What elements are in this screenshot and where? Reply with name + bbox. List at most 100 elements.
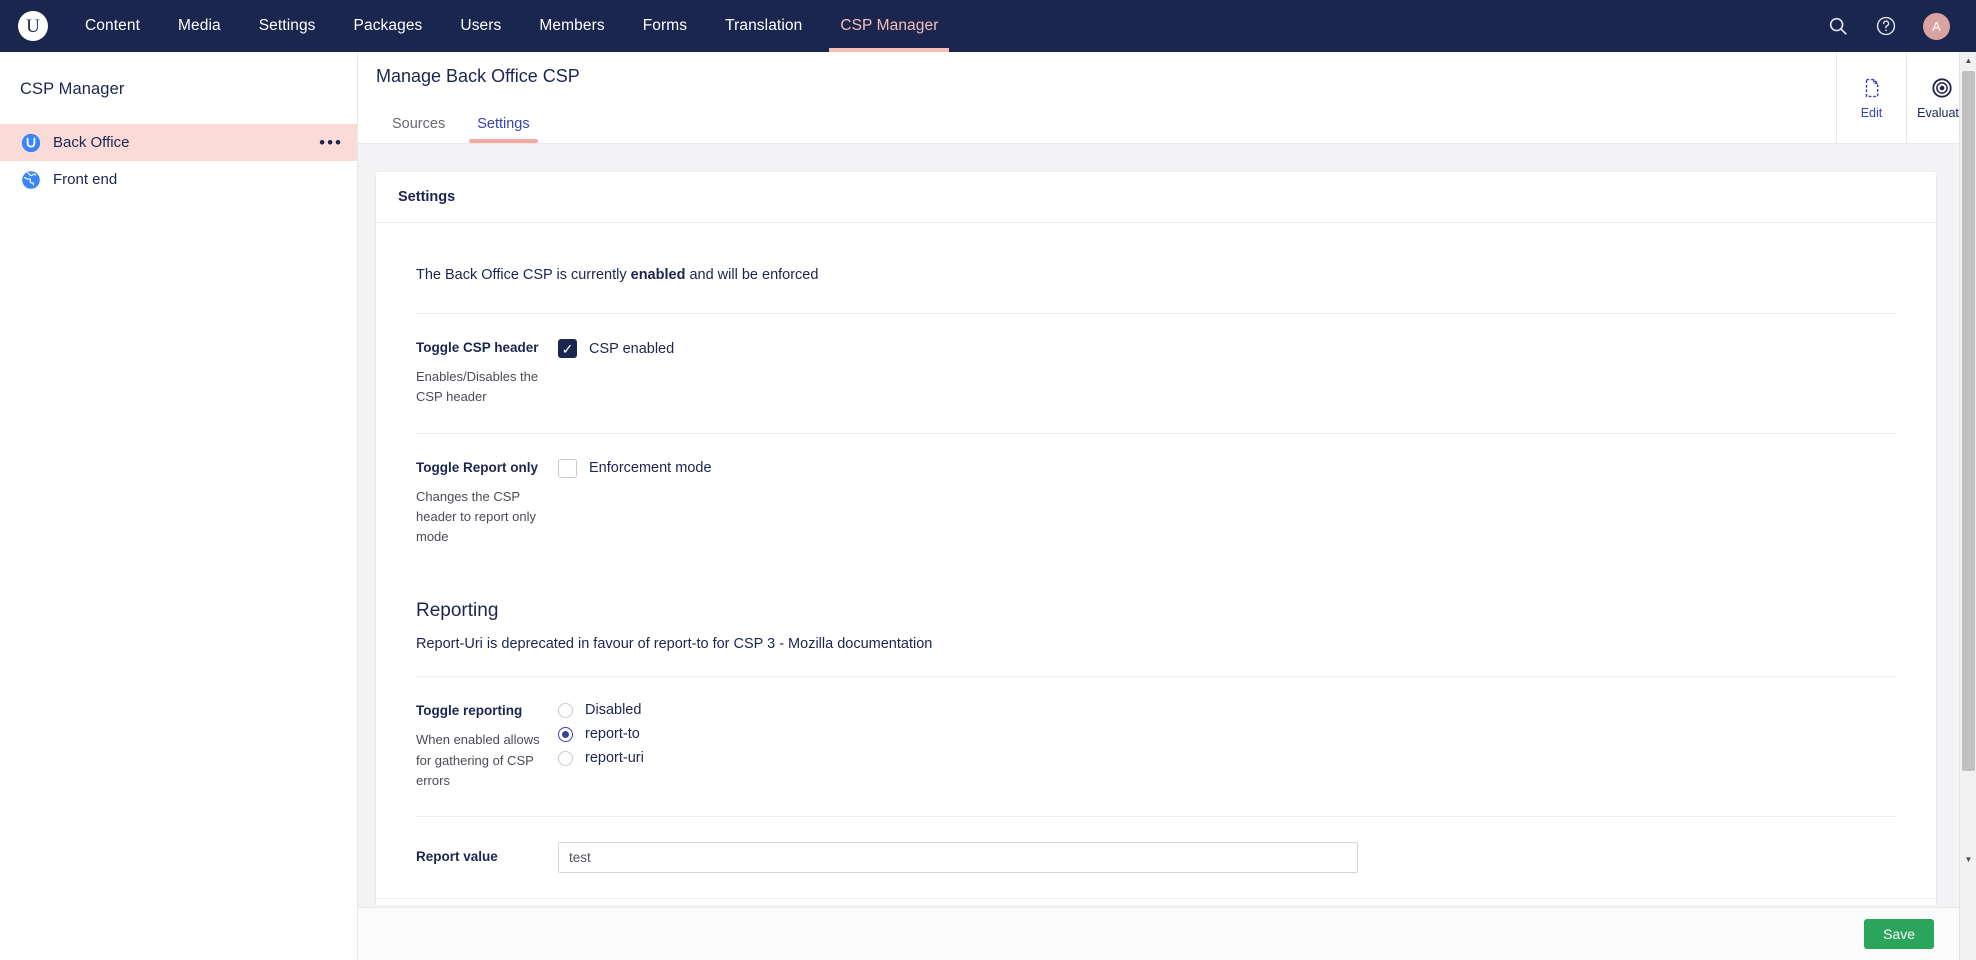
row-control: ✓ CSP enabled xyxy=(558,339,1896,358)
tab-settings[interactable]: Settings xyxy=(461,116,545,143)
csp-enabled-label: CSP enabled xyxy=(589,340,675,357)
csp-status-text: The Back Office CSP is currently enabled… xyxy=(416,223,1896,313)
status-emphasis: enabled xyxy=(630,267,686,283)
nav-item-settings[interactable]: Settings xyxy=(240,0,335,52)
row-description: When enabled allows for gathering of CSP… xyxy=(416,732,540,788)
nav-item-media[interactable]: Media xyxy=(159,0,240,52)
row-toggle-reporting: Toggle reporting When enabled allows for… xyxy=(416,676,1896,816)
main-content-area: Manage Back Office CSP Sources Settings … xyxy=(358,52,1976,960)
settings-card-heading: Settings xyxy=(376,172,1936,223)
enforcement-mode-checkbox-row[interactable]: Enforcement mode xyxy=(558,458,1896,478)
scroll-down-arrow-icon[interactable]: ▼ xyxy=(1960,851,1976,868)
nav-item-users[interactable]: Users xyxy=(441,0,520,52)
nav-item-translation[interactable]: Translation xyxy=(706,0,821,52)
edit-button[interactable]: Edit xyxy=(1836,52,1906,144)
nav-item-label: Media xyxy=(178,17,221,34)
csp-enabled-checkbox-row[interactable]: ✓ CSP enabled xyxy=(558,339,1896,358)
row-label-group: Toggle CSP header Enables/Disables the C… xyxy=(416,339,558,408)
row-label-group: Toggle Report only Changes the CSP heade… xyxy=(416,459,558,548)
row-control xyxy=(558,841,1896,873)
radio-label: report-to xyxy=(585,726,640,743)
nav-item-content[interactable]: Content xyxy=(66,0,159,52)
nav-item-label: Forms xyxy=(642,17,688,34)
nav-item-label: CSP Manager xyxy=(840,17,939,34)
row-name: Report value xyxy=(416,849,498,865)
sidebar-item-label: Back Office xyxy=(53,134,130,151)
nav-item-packages[interactable]: Packages xyxy=(335,0,442,52)
edit-button-label: Edit xyxy=(1860,105,1883,120)
umbraco-logo-icon: U xyxy=(18,11,48,41)
logo-letter: U xyxy=(26,15,40,37)
row-control: Disabled report-to report-uri xyxy=(558,702,1896,766)
sidebar-title: CSP Manager xyxy=(20,80,125,98)
top-nav-utilities: A xyxy=(1827,12,1976,40)
save-button[interactable]: Save xyxy=(1864,919,1934,949)
umbraco-logo-button[interactable]: U xyxy=(0,0,66,52)
nav-item-csp-manager[interactable]: CSP Manager xyxy=(821,0,957,52)
row-name: Toggle CSP header xyxy=(416,340,539,355)
tab-label: Settings xyxy=(477,116,530,132)
umbraco-logo-icon xyxy=(20,132,42,154)
content-tabs: Sources Settings xyxy=(358,101,1976,143)
tab-label: Sources xyxy=(392,116,446,132)
nav-item-forms[interactable]: Forms xyxy=(624,0,706,52)
document-dashed-icon xyxy=(1865,78,1878,97)
radio-disabled[interactable] xyxy=(558,702,573,718)
radio-label: report-uri xyxy=(585,750,644,767)
row-toggle-csp-header: Toggle CSP header Enables/Disables the C… xyxy=(416,313,1896,433)
enforcement-mode-label: Enforcement mode xyxy=(589,460,712,476)
sidebar-item-back-office[interactable]: Back Office ••• xyxy=(0,124,357,161)
report-value-input[interactable] xyxy=(558,841,1358,873)
settings-card: Settings The Back Office CSP is currentl… xyxy=(376,172,1936,905)
radio-option-report-to[interactable]: report-to xyxy=(558,726,1896,742)
row-description: Enables/Disables the CSP header xyxy=(416,369,539,405)
nav-item-label: Content xyxy=(85,17,140,34)
radio-report-to[interactable] xyxy=(558,726,573,742)
row-name: Toggle Report only xyxy=(416,459,538,475)
row-report-value: Report value xyxy=(416,815,1896,898)
page-footer: Save xyxy=(358,907,1976,960)
sidebar-item-front-end[interactable]: Front end xyxy=(0,161,357,198)
row-description: Changes the CSP header to report only mo… xyxy=(416,488,536,544)
settings-card-body: The Back Office CSP is currently enabled… xyxy=(376,223,1936,898)
target-icon xyxy=(1931,77,1952,98)
sidebar-item-label: Front end xyxy=(53,171,118,188)
radio-report-uri[interactable] xyxy=(558,750,573,766)
radio-selected-dot xyxy=(562,730,569,738)
tab-sources[interactable]: Sources xyxy=(376,116,461,143)
reporting-title: Reporting xyxy=(416,600,499,622)
status-prefix: The Back Office CSP is currently xyxy=(416,267,631,283)
top-navigation-bar: U Content Media Settings Packages Users … xyxy=(0,0,1976,52)
row-label-group: Report value xyxy=(416,848,558,866)
status-suffix: and will be enforced xyxy=(685,267,819,283)
enforcement-mode-checkbox[interactable] xyxy=(558,458,577,478)
sidebar-item-options-icon[interactable]: ••• xyxy=(319,134,343,151)
radio-label: Disabled xyxy=(585,702,642,719)
row-label-group: Toggle reporting When enabled allows for… xyxy=(416,702,558,791)
reporting-radio-group: Disabled report-to report-uri xyxy=(558,702,1896,766)
content-header-top: Manage Back Office CSP xyxy=(358,52,1976,101)
nav-item-members[interactable]: Members xyxy=(520,0,623,52)
avatar-initial: A xyxy=(1932,18,1941,34)
row-control: Enforcement mode xyxy=(558,458,1896,478)
content-header: Manage Back Office CSP Sources Settings … xyxy=(358,52,1976,144)
page-title: Manage Back Office CSP xyxy=(376,66,580,87)
left-sidebar: CSP Manager Back Office ••• Front end xyxy=(0,52,358,960)
scrollbar-thumb[interactable] xyxy=(1962,71,1975,771)
nav-item-label: Settings xyxy=(258,17,316,34)
vertical-scrollbar[interactable]: ▲ ▼ xyxy=(1959,52,1976,960)
avatar[interactable]: A xyxy=(1923,12,1950,40)
nav-item-label: Members xyxy=(539,17,605,34)
row-toggle-report-only: Toggle Report only Changes the CSP heade… xyxy=(416,432,1896,573)
search-icon[interactable] xyxy=(1827,15,1849,37)
reporting-subtitle: Report-Uri is deprecated in favour of re… xyxy=(416,636,933,653)
help-icon[interactable] xyxy=(1875,15,1897,37)
scroll-up-arrow-icon[interactable]: ▲ xyxy=(1960,52,1976,69)
radio-option-report-uri[interactable]: report-uri xyxy=(558,750,1896,766)
radio-option-disabled[interactable]: Disabled xyxy=(558,702,1896,718)
csp-enabled-checkbox[interactable]: ✓ xyxy=(558,339,577,358)
nav-item-label: Translation xyxy=(725,17,803,34)
header-action-buttons: Edit Evaluate xyxy=(1836,52,1976,144)
row-name: Toggle reporting xyxy=(416,703,523,719)
content-scroll-region: Settings The Back Office CSP is currentl… xyxy=(358,145,1976,905)
